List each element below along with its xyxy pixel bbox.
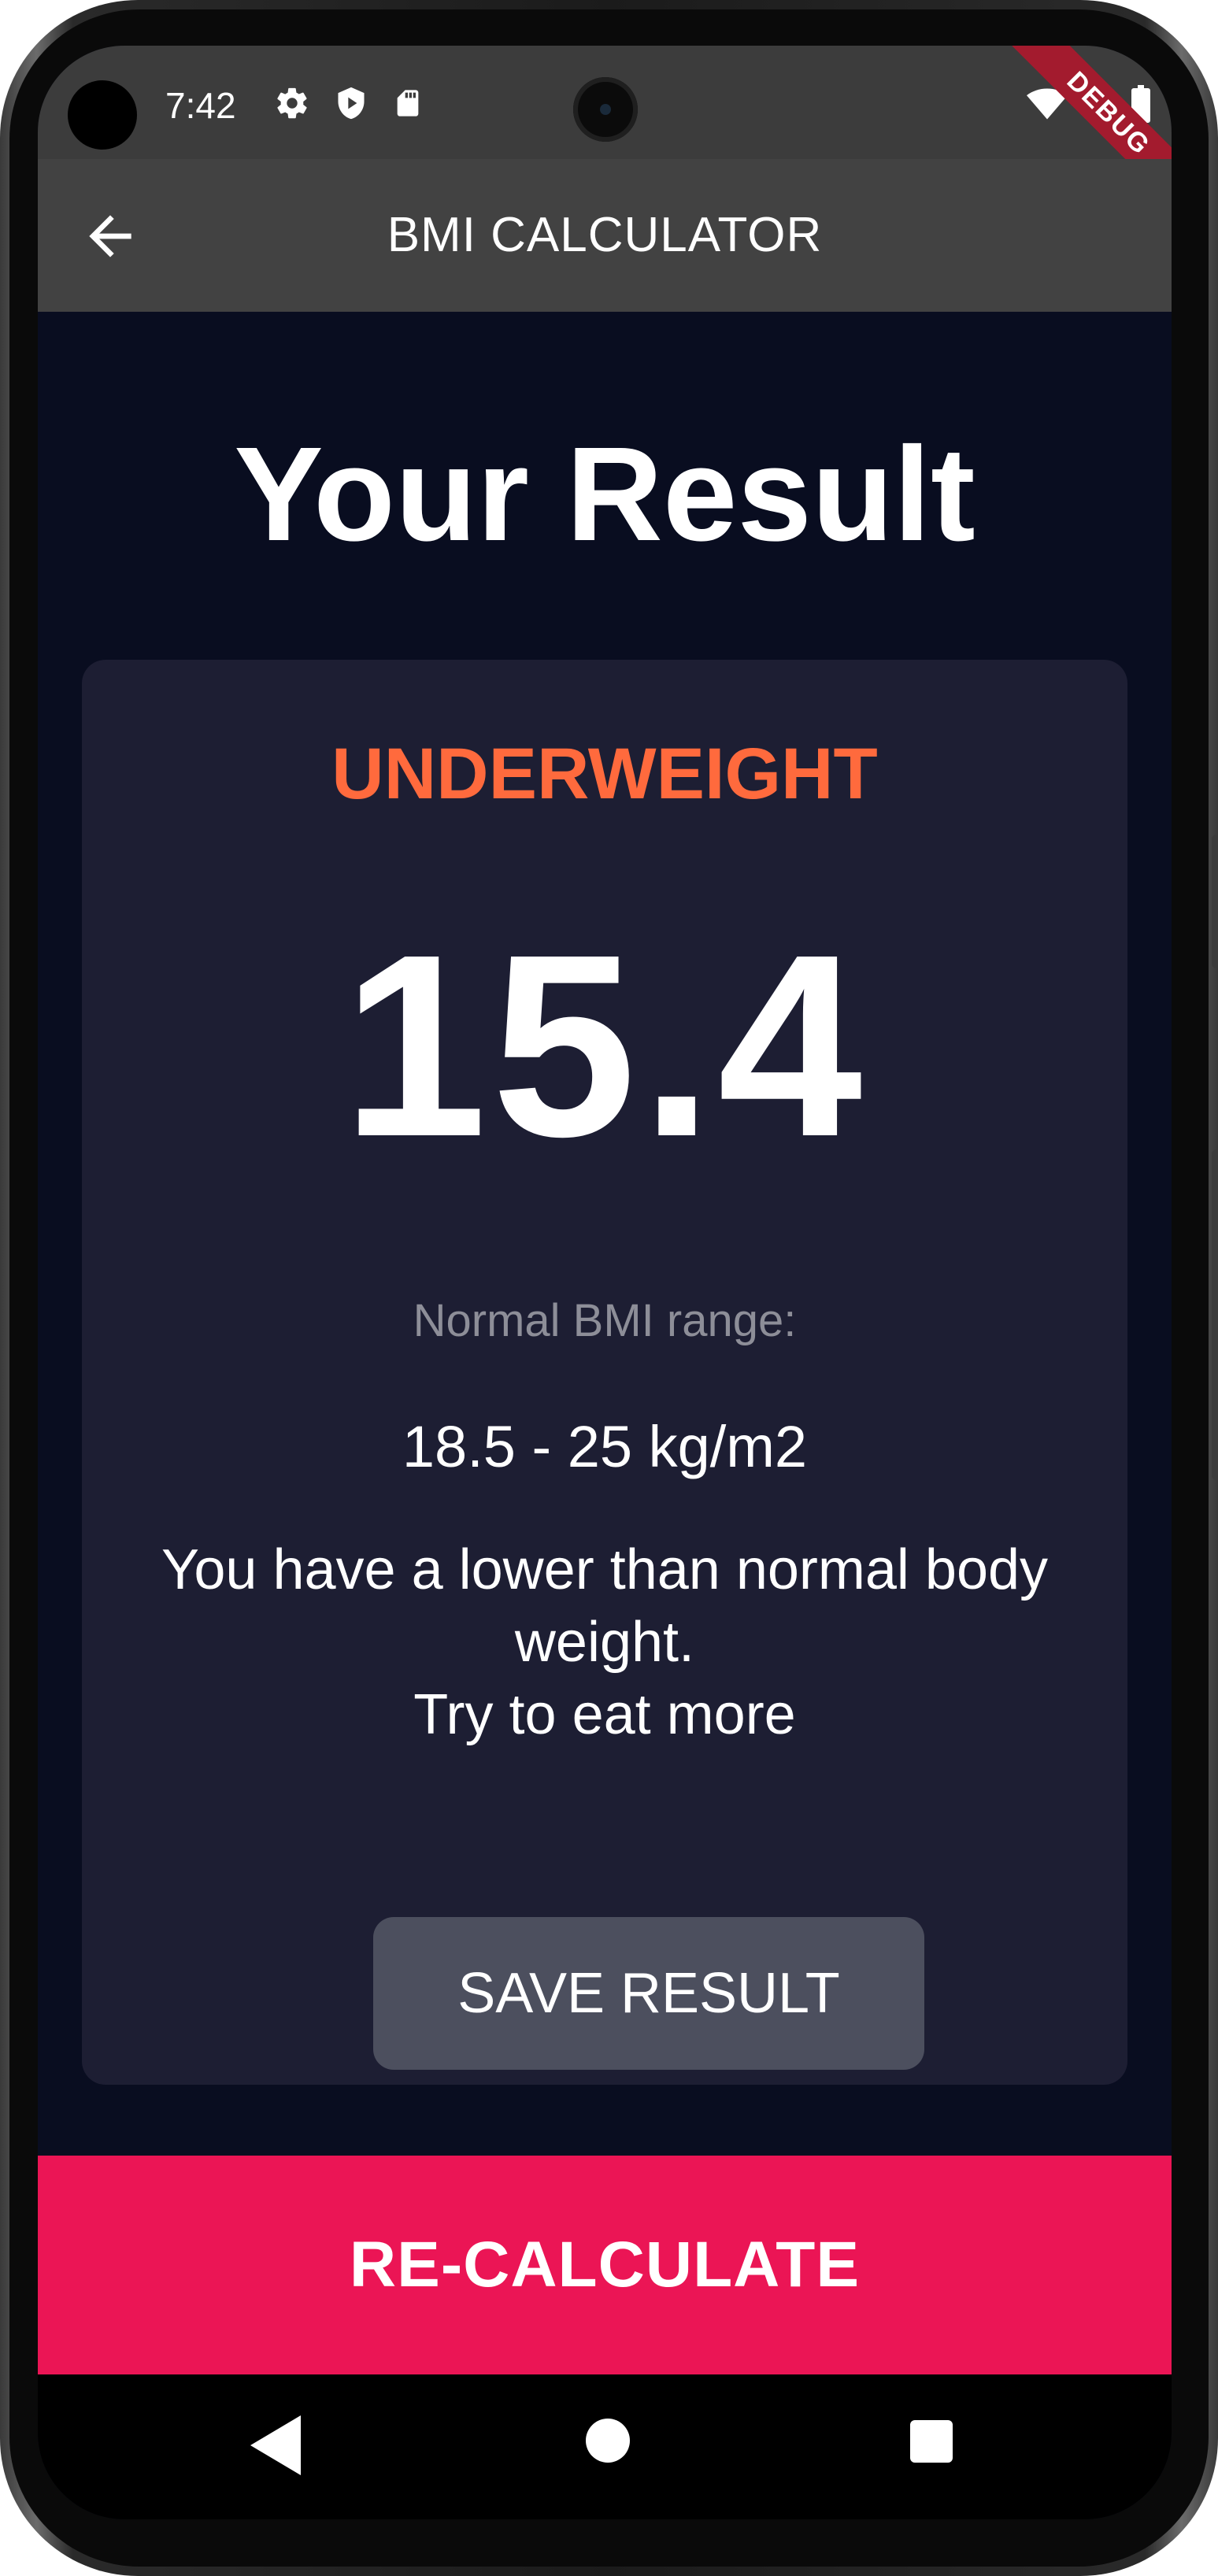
nav-back-button[interactable] xyxy=(244,2412,307,2478)
nav-back-icon xyxy=(250,2415,301,2475)
result-message: You have a lower than normal body weight… xyxy=(129,1534,1080,1751)
gear-icon xyxy=(274,85,310,125)
volume-button xyxy=(1212,835,1218,968)
nav-home-icon[interactable] xyxy=(586,2419,630,2463)
result-status: UNDERWEIGHT xyxy=(331,734,878,814)
bmi-value: 15.4 xyxy=(342,900,868,1190)
result-message-line2: Try to eat more xyxy=(413,1683,796,1746)
result-message-line1: You have a lower than normal body weight… xyxy=(161,1538,1049,1674)
normal-range-value: 18.5 - 25 kg/m2 xyxy=(402,1414,808,1479)
page-title: Your Result xyxy=(234,420,976,569)
power-button xyxy=(1212,1149,1218,1480)
sd-card-icon xyxy=(392,85,424,125)
save-result-button[interactable]: SAVE RESULT xyxy=(373,1917,924,2070)
shield-icon xyxy=(334,85,368,125)
phone-frame: 7:42 DEBUG BMI CALCULATOR Your Result UN… xyxy=(0,0,1218,2576)
app-bar-title: BMI CALCULATOR xyxy=(387,208,823,262)
status-time: 7:42 xyxy=(165,85,236,126)
front-camera xyxy=(68,80,137,150)
result-card: UNDERWEIGHT 15.4 Normal BMI range: 18.5 … xyxy=(82,660,1127,2085)
app-bar: BMI CALCULATOR xyxy=(38,159,1172,312)
center-camera xyxy=(573,77,638,142)
arrow-back-icon xyxy=(89,215,131,257)
system-nav-bar xyxy=(38,2374,1172,2519)
status-bar: 7:42 DEBUG xyxy=(38,46,1172,245)
status-icons-left xyxy=(274,85,424,125)
recalculate-button[interactable]: RE-CALCULATE xyxy=(38,2156,1172,2374)
nav-recent-apps-icon[interactable] xyxy=(910,2420,953,2463)
back-button[interactable] xyxy=(79,205,142,268)
screen: 7:42 DEBUG BMI CALCULATOR Your Result UN… xyxy=(38,46,1172,2519)
normal-range-label: Normal BMI range: xyxy=(413,1295,797,1346)
